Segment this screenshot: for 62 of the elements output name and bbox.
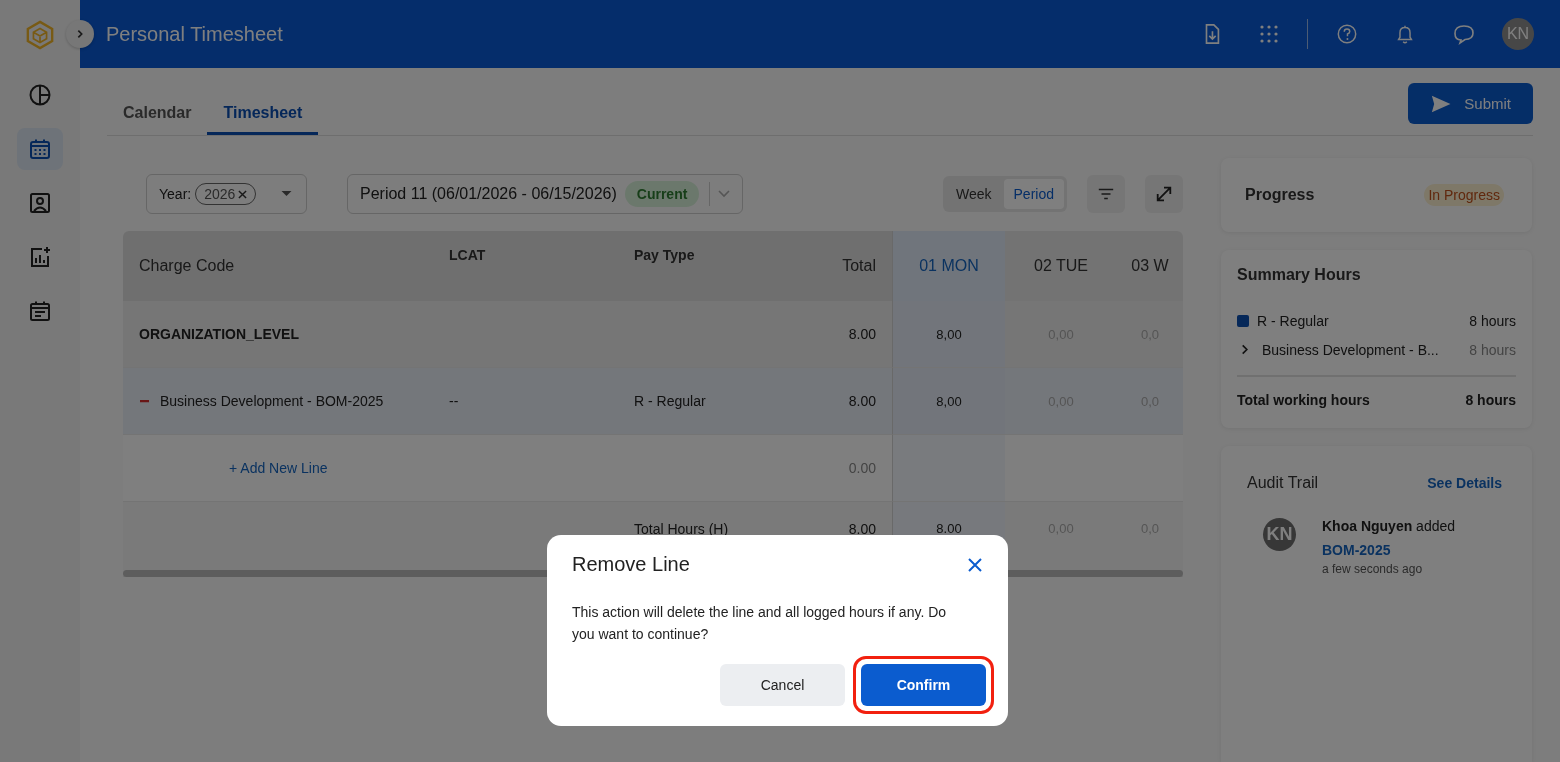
column-header: Charge Code <box>123 231 433 301</box>
period-select[interactable]: Period 11 (06/01/2026 - 06/15/2026) Current <box>347 174 744 214</box>
status-badge: In Progress <box>1424 184 1504 206</box>
fullscreen-icon <box>1155 185 1173 203</box>
tab[interactable]: Calendar <box>107 84 208 135</box>
chevron-right-icon <box>75 29 85 39</box>
logo-icon <box>25 20 55 50</box>
table-cell: -- <box>433 368 618 435</box>
caret-icon[interactable] <box>281 191 292 197</box>
column-header: LCAT <box>433 231 618 301</box>
sidebar-item[interactable] <box>17 128 63 170</box>
close-icon[interactable] <box>968 557 982 572</box>
charge-code-link[interactable]: BOM-2025 <box>1322 542 1456 558</box>
total-hours: 8 hours <box>1465 391 1516 408</box>
card-title: Summary Hours <box>1237 266 1362 284</box>
column-header: Total <box>778 231 893 301</box>
expand-button[interactable] <box>66 20 94 48</box>
audit-entry-text: Khoa Nguyen added <box>1322 518 1456 534</box>
calendar-icon <box>28 137 52 161</box>
summary-hours: 8 hours <box>1469 341 1516 358</box>
view-option[interactable]: Week <box>946 179 1002 209</box>
table-cell: R - Regular <box>618 368 778 435</box>
table-cell: 8.00 <box>778 301 893 368</box>
column-header: 02 TUE <box>1005 231 1117 301</box>
table-cell: 8,00 <box>893 301 1005 368</box>
remove-icon[interactable] <box>238 189 248 199</box>
contact-card-icon <box>28 191 52 215</box>
year-select[interactable]: Year: 2026 <box>146 174 307 214</box>
dialog-message: This action will delete the line and all logged hours if any. Do you want to continue? <box>572 603 948 644</box>
table-cell: 8,00 <box>893 368 1005 435</box>
filter-button[interactable] <box>1087 175 1125 213</box>
table-cell: ORGANIZATION_LEVEL <box>123 301 433 368</box>
event-note-icon <box>28 299 52 323</box>
column-header: Pay Type <box>618 231 778 301</box>
current-badge: Current <box>624 181 700 207</box>
card-title: Progress <box>1245 186 1315 204</box>
view-option[interactable]: Period <box>1003 179 1064 209</box>
summary-label: Business Development - B... <box>1262 341 1439 358</box>
cancel-button[interactable]: Cancel <box>720 664 845 706</box>
see-details-link[interactable]: See Details <box>1427 475 1502 491</box>
chat-icon[interactable] <box>1452 22 1476 46</box>
tab[interactable]: Timesheet <box>207 84 319 135</box>
confirm-button[interactable]: Confirm <box>861 664 986 706</box>
user-avatar: KN <box>1263 518 1296 551</box>
charge-code-text: Business Development - BOM-2025 <box>160 393 384 409</box>
apps-grid-icon[interactable] <box>1259 24 1279 44</box>
add-new-line-link[interactable]: + Add New Line <box>139 460 328 476</box>
submit-button[interactable]: Submit <box>1408 83 1533 124</box>
table-cell: 8.00 <box>778 368 893 435</box>
add-chart-icon <box>28 245 52 269</box>
help-icon[interactable] <box>1336 23 1358 45</box>
total-label: Total working hours <box>1237 391 1370 408</box>
pie-chart-icon <box>28 83 52 107</box>
card-title: Audit Trail <box>1247 474 1319 492</box>
fullscreen-button[interactable] <box>1145 175 1183 213</box>
summary-label: R - Regular <box>1257 312 1329 329</box>
page-title: Personal Timesheet <box>106 22 283 46</box>
chevron-right-icon[interactable] <box>1241 344 1249 355</box>
column-header: 03 W <box>1117 231 1183 301</box>
timestamp: a few seconds ago <box>1322 562 1424 576</box>
summary-hours: 8 hours <box>1469 312 1516 329</box>
column-header: 01 MON <box>893 231 1005 301</box>
